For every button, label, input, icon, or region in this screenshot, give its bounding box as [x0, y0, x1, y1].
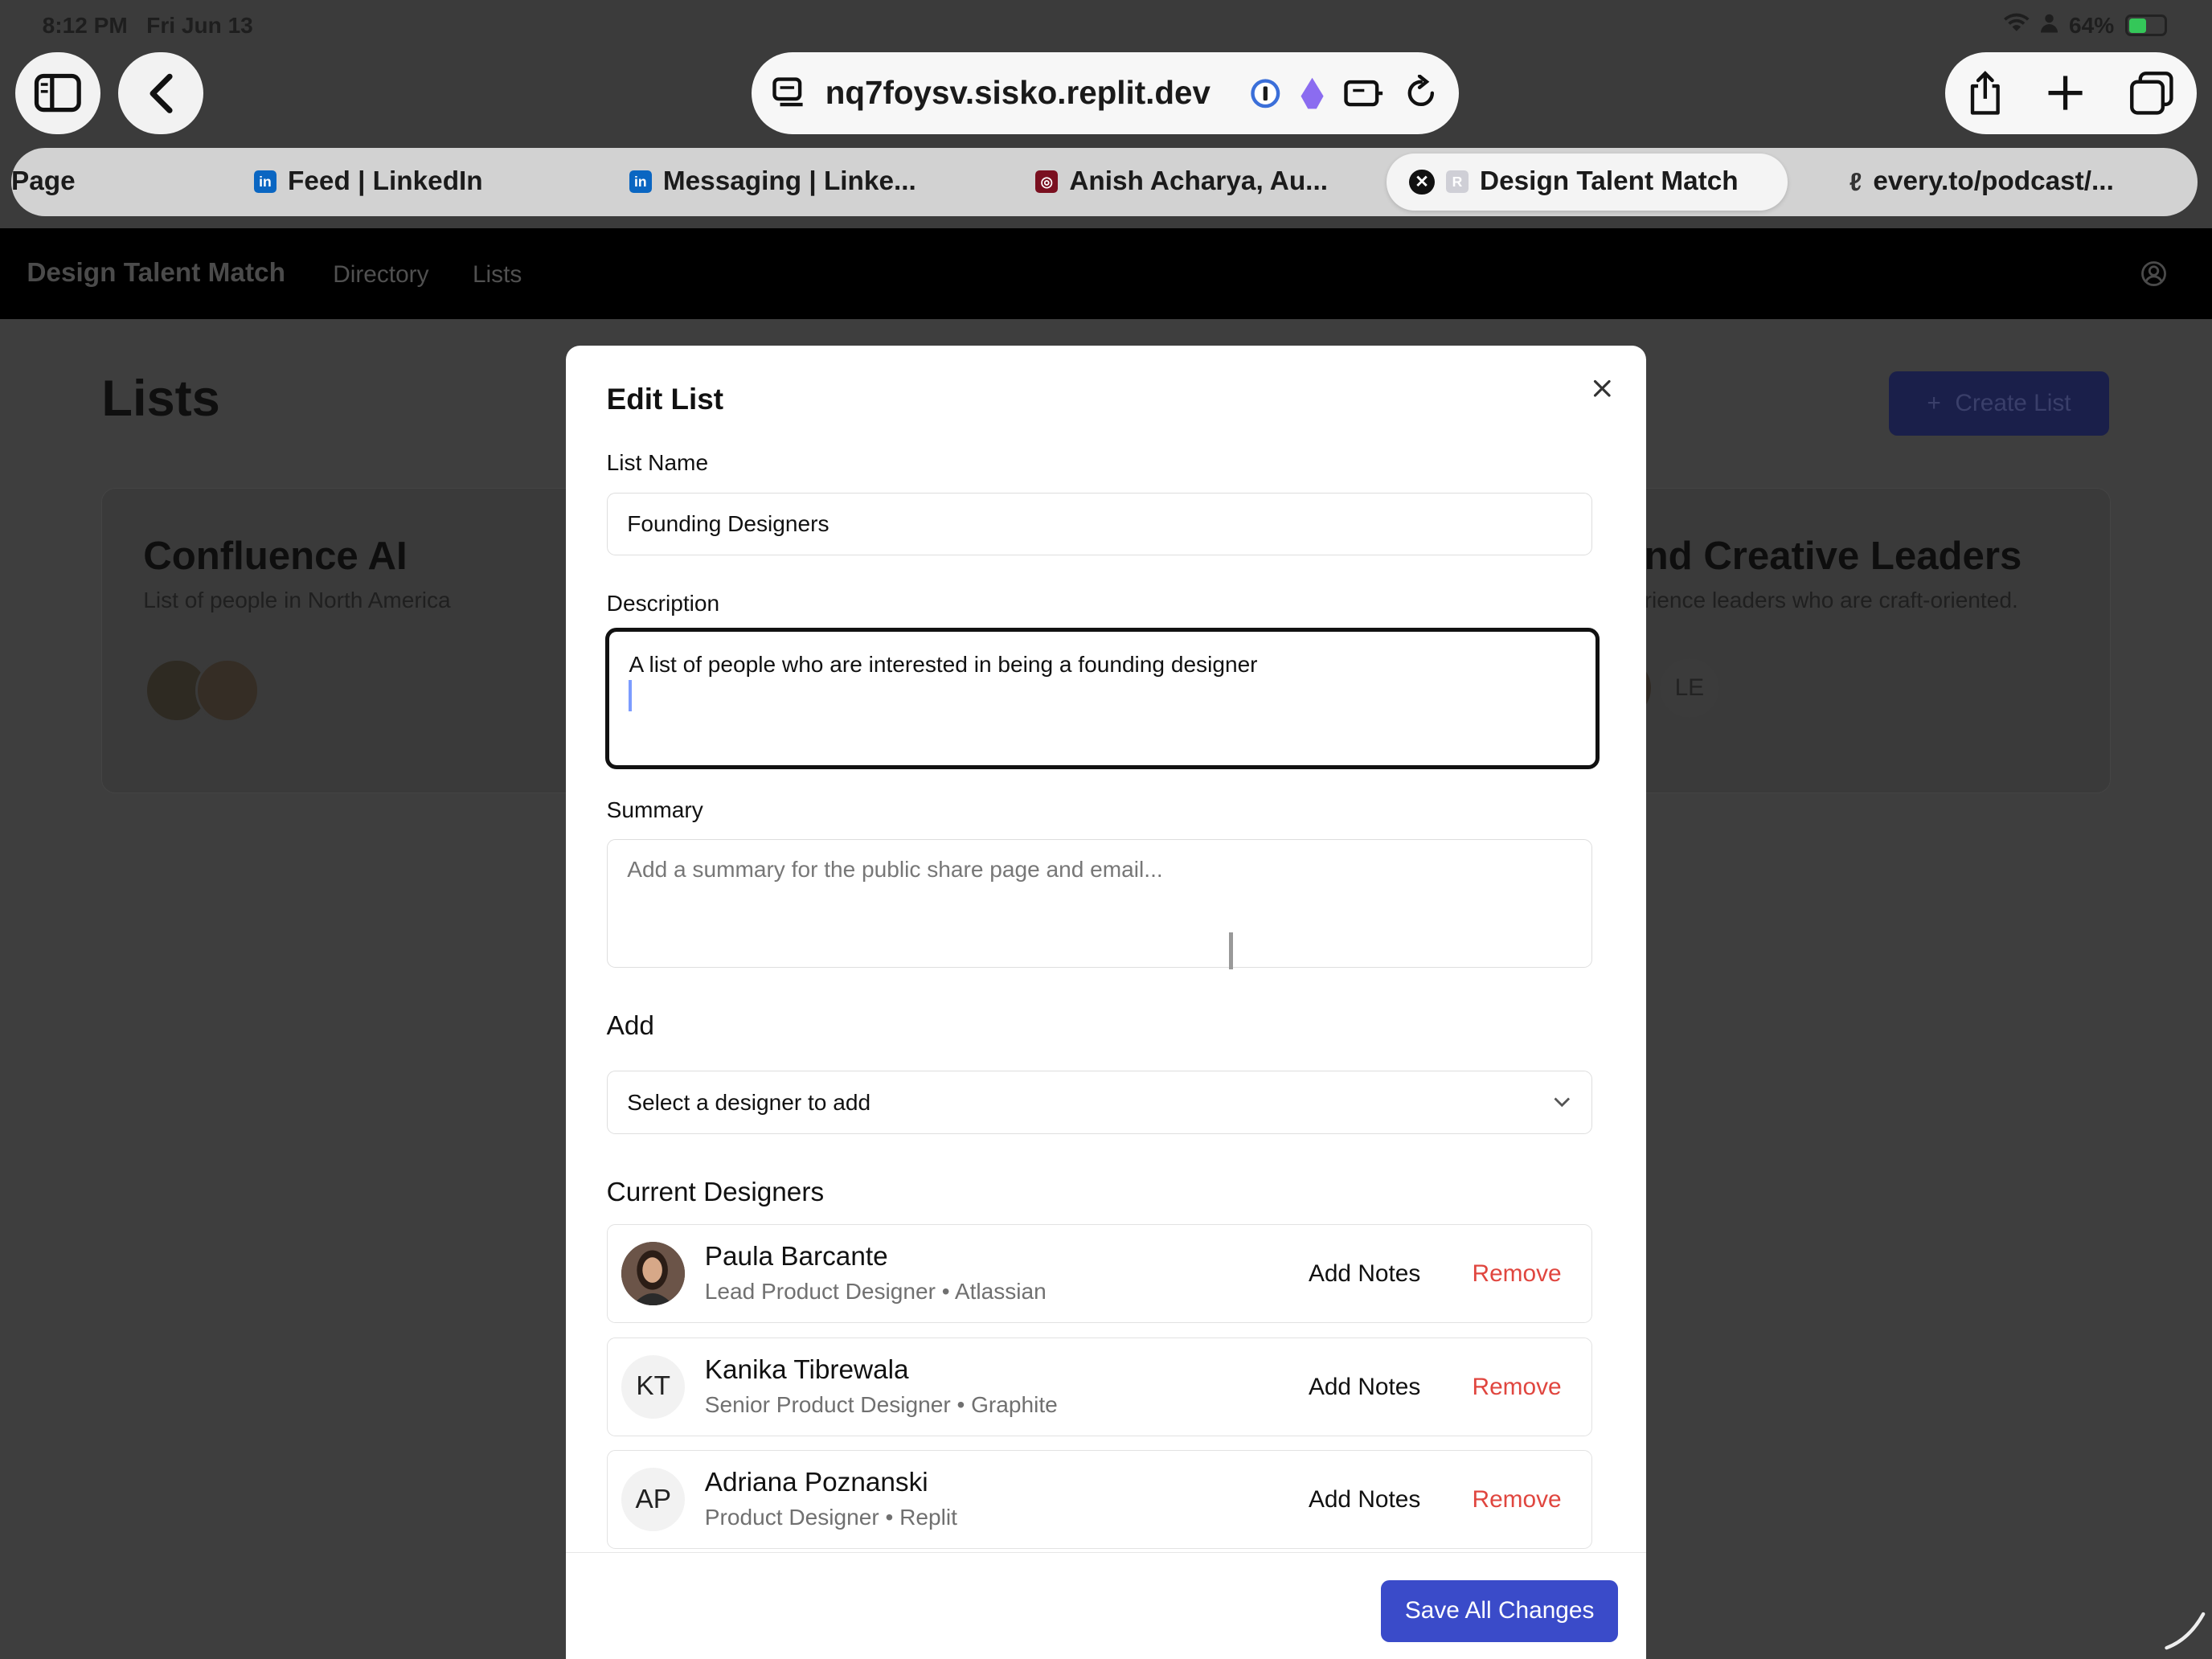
description-label: Description	[606, 591, 720, 616]
summary-placeholder: Add a summary for the public share page …	[627, 857, 1163, 883]
avatar	[621, 1242, 686, 1306]
tab-label: Design Talent Match	[1480, 166, 1739, 197]
tab-page[interactable]: Page	[11, 154, 76, 210]
person-icon	[2040, 13, 2058, 39]
designer-role: Lead Product Designer • Atlassian	[704, 1279, 1047, 1305]
card-description: List of people in North America	[143, 588, 451, 613]
resize-handle[interactable]	[1228, 932, 1233, 969]
designer-name: Kanika Tibrewala	[704, 1354, 909, 1385]
remove-button[interactable]: Remove	[1473, 1486, 1562, 1514]
plus-icon: +	[1927, 389, 1941, 416]
current-designers-title: Current Designers	[606, 1178, 825, 1208]
chevron-left-icon	[150, 73, 173, 113]
tab-design-talent-match[interactable]: ✕ R Design Talent Match	[1387, 154, 1788, 211]
designer-row: AP Adriana Poznanski Product Designer • …	[606, 1450, 1593, 1550]
description-value: A list of people who are interested in b…	[629, 651, 1258, 677]
scroll-indicator	[2164, 1608, 2206, 1657]
close-tab-icon[interactable]: ✕	[1409, 169, 1435, 195]
modal-title: Edit List	[606, 382, 723, 416]
url-text[interactable]: nq7foysv.sisko.replit.dev	[825, 74, 1233, 112]
card-title: Confluence AI	[143, 535, 408, 579]
add-notes-button[interactable]: Add Notes	[1309, 1486, 1420, 1514]
password-manager-icon[interactable]	[1250, 78, 1281, 109]
designer-role: Senior Product Designer • Graphite	[704, 1391, 1058, 1417]
create-list-button[interactable]: + Create List	[1889, 371, 2109, 436]
text-caret	[629, 680, 632, 711]
tab-anish-acharya[interactable]: ◎ Anish Acharya, Au...	[1035, 154, 1328, 210]
designer-row: KT Kanika Tibrewala Senior Product Desig…	[606, 1337, 1593, 1436]
close-icon	[1594, 379, 1612, 397]
list-card[interactable]: Confluence AI List of people in North Am…	[101, 488, 612, 793]
avatar-initials: LE	[1659, 657, 1719, 718]
tab-label: Anish Acharya, Au...	[1069, 166, 1328, 197]
tab-label: every.to/podcast/...	[1873, 166, 2114, 197]
designer-select[interactable]: Select a designer to add	[606, 1071, 1593, 1135]
podcast-icon: ◎	[1035, 170, 1059, 194]
tab-label: Page	[11, 166, 76, 197]
add-section-title: Add	[606, 1011, 654, 1042]
designer-select-value: Select a designer to add	[627, 1089, 871, 1115]
linkedin-icon: in	[629, 170, 652, 194]
reload-icon[interactable]	[1403, 75, 1440, 112]
sidebar-icon	[34, 74, 81, 113]
list-name-value: Founding Designers	[627, 510, 830, 536]
tab-label: Messaging | Linke...	[662, 166, 916, 197]
back-button[interactable]	[118, 51, 203, 134]
nav-lists[interactable]: Lists	[473, 261, 522, 289]
create-list-label: Create List	[1955, 389, 2071, 416]
add-notes-button[interactable]: Add Notes	[1309, 1260, 1420, 1288]
share-icon[interactable]	[1967, 69, 2004, 117]
card-description: rience leaders who are craft-oriented.	[1644, 588, 2018, 613]
page-title: Lists	[101, 370, 220, 427]
save-all-changes-button[interactable]: Save All Changes	[1381, 1579, 1619, 1642]
link-icon: ℓ	[1849, 166, 1862, 196]
designer-row: Paula Barcante Lead Product Designer • A…	[606, 1224, 1593, 1324]
summary-textarea[interactable]: Add a summary for the public share page …	[606, 839, 1593, 968]
wifi-icon	[2004, 13, 2030, 39]
add-notes-button[interactable]: Add Notes	[1309, 1374, 1420, 1401]
designer-role: Product Designer • Replit	[704, 1504, 957, 1530]
edit-list-modal: Edit List List Name Founding Designers D…	[565, 345, 1647, 1659]
avatar-initials: AP	[621, 1468, 686, 1532]
app-navbar	[0, 228, 2212, 319]
browser-actions	[1945, 51, 2197, 134]
app-brand[interactable]: Design Talent Match	[27, 258, 285, 289]
tab-linkedin-feed[interactable]: in Feed | LinkedIn	[253, 154, 483, 210]
description-textarea[interactable]: A list of people who are interested in b…	[604, 628, 1600, 769]
battery-icon	[2125, 14, 2167, 37]
page-menu-icon[interactable]	[772, 76, 809, 110]
linkedin-icon: in	[253, 170, 276, 194]
remove-button[interactable]: Remove	[1473, 1374, 1562, 1401]
tab-label: Feed | LinkedIn	[288, 166, 483, 197]
tab-strip: Page in Feed | LinkedIn in Messaging | Lin…	[11, 148, 2198, 216]
tab-every-podcast[interactable]: ℓ every.to/podcast/...	[1849, 154, 2114, 210]
tabs-overview-icon[interactable]	[2128, 69, 2176, 117]
tab-linkedin-messaging[interactable]: in Messaging | Linke...	[629, 154, 916, 210]
status-indicators: 64%	[2004, 13, 2167, 39]
close-modal-button[interactable]	[1592, 371, 1612, 407]
avatar	[195, 657, 260, 723]
summary-label: Summary	[606, 797, 703, 822]
user-avatar-icon[interactable]	[2140, 260, 2168, 293]
replit-icon: R	[1445, 170, 1469, 194]
chevron-down-icon	[1554, 1097, 1571, 1108]
list-card[interactable]: nd Creative Leaders rience leaders who a…	[1594, 488, 2111, 793]
avatar-initials: KT	[621, 1354, 686, 1419]
reader-icon[interactable]	[1343, 76, 1386, 110]
status-time: 8:12 PM Fri Jun 13	[42, 12, 253, 38]
card-title: nd Creative Leaders	[1644, 535, 2022, 579]
nav-directory[interactable]: Directory	[333, 261, 428, 289]
sidebar-toggle-button[interactable]	[15, 51, 100, 134]
list-name-label: List Name	[606, 449, 709, 475]
designer-name: Adriana Poznanski	[704, 1468, 928, 1498]
remove-button[interactable]: Remove	[1473, 1260, 1562, 1288]
battery-percent: 64%	[2068, 12, 2115, 38]
designer-name: Paula Barcante	[704, 1242, 888, 1272]
plus-icon[interactable]	[2046, 73, 2085, 113]
extension-icon[interactable]	[1298, 76, 1326, 110]
list-name-input[interactable]: Founding Designers	[606, 492, 1593, 556]
address-bar[interactable]: nq7foysv.sisko.replit.dev	[752, 51, 1459, 134]
